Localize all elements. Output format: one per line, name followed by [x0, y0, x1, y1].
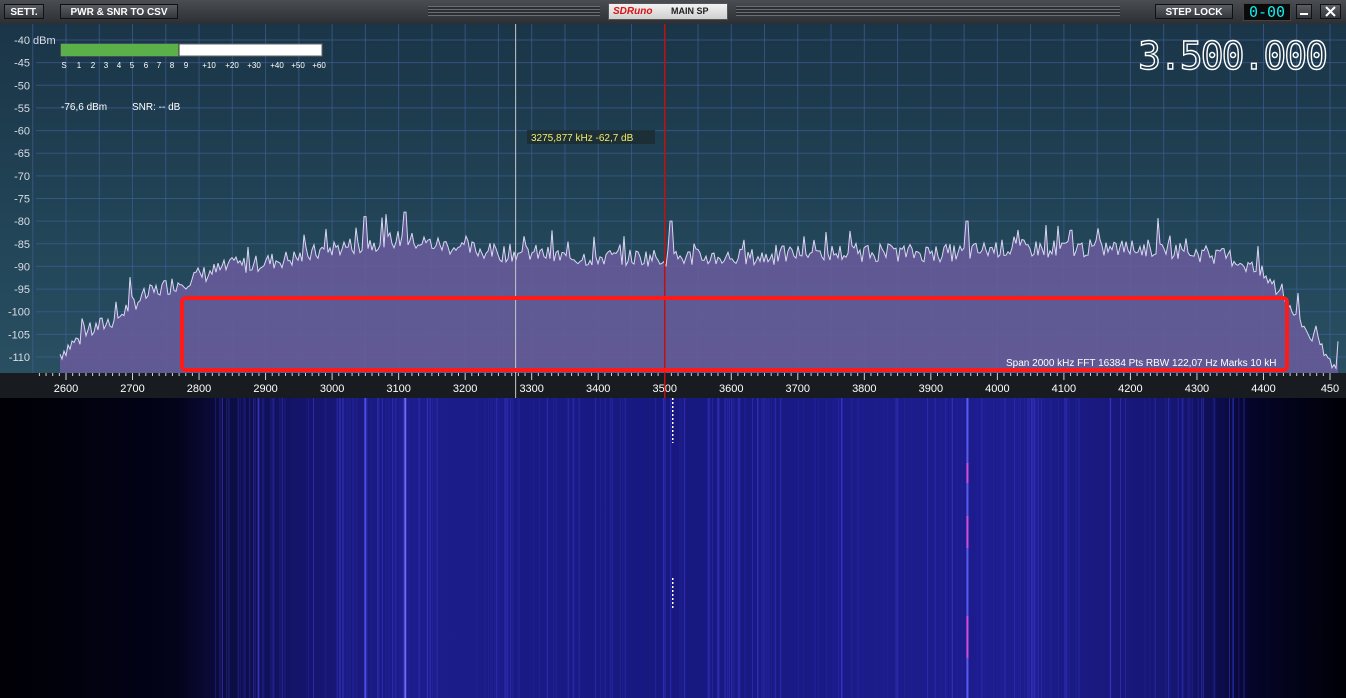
x-tick-label: 3000: [320, 383, 344, 395]
s-meter-scale-label: 3: [104, 61, 109, 70]
s-meter-scale-label: +10: [202, 61, 216, 70]
y-tick-label: -40: [14, 35, 30, 47]
status-line: Span 2000 kHz FFT 16384 Pts RBW 122,07 H…: [1006, 358, 1277, 369]
close-button[interactable]: [1320, 4, 1341, 19]
y-tick-label: -90: [14, 261, 30, 273]
y-tick-label: -85: [14, 239, 30, 251]
s-meter-scale-label: 1: [77, 61, 82, 70]
y-tick-label: -110: [9, 352, 30, 364]
x-tick-label: 2800: [187, 383, 211, 395]
s-meter-scale-label: +30: [247, 61, 261, 70]
pwr-snr-csv-button[interactable]: PWR & SNR TO CSV: [60, 4, 178, 19]
step-counter-display: 0-00: [1243, 3, 1291, 21]
x-tick-label: 4300: [1185, 383, 1209, 395]
level-readout: -76,6 dBm: [61, 102, 107, 113]
x-tick-label: 3900: [919, 383, 943, 395]
s-meter-scale-label: 2: [91, 61, 96, 70]
y-tick-label: -75: [14, 194, 30, 206]
s-meter-scale-label: 9: [184, 61, 189, 70]
panel-name: MAIN SP: [671, 6, 709, 16]
x-tick-label: 450: [1321, 383, 1339, 395]
s-meter-scale-label: +20: [225, 61, 239, 70]
waterfall-display[interactable]: [0, 398, 1346, 698]
cursor-readout: 3275,877 kHz -62,7 dB: [531, 133, 634, 144]
frequency-display[interactable]: 3.500.000: [1137, 33, 1328, 78]
x-tick-label: 2700: [120, 383, 144, 395]
spectrum-display[interactable]: -40 -45 -50 -55 -60 -65 -70 -75 -80 -85 -90 -95 -100…: [0, 24, 1346, 398]
x-tick-label: 2600: [54, 383, 78, 395]
x-tick-label: 2900: [253, 383, 277, 395]
y-tick-label: -105: [8, 329, 30, 341]
panel-title: SDRuno MAIN SP: [608, 3, 728, 20]
s-meter-scale-label: 6: [144, 61, 149, 70]
step-lock-button[interactable]: STEP LOCK: [1155, 4, 1233, 19]
x-tick-label: 3300: [519, 383, 543, 395]
s-meter-scale-label: 7: [157, 61, 162, 70]
y-tick-label: -45: [14, 58, 30, 70]
x-tick-label: 4400: [1251, 383, 1275, 395]
s-meter-scale-label: +40: [270, 61, 284, 70]
x-tick-label: 3700: [786, 383, 810, 395]
dbm-unit: dBm: [33, 35, 56, 47]
y-tick-label: -100: [8, 307, 30, 319]
x-tick-label: 3400: [586, 383, 610, 395]
s-meter-bar: [61, 44, 179, 56]
settings-button[interactable]: SETT.: [4, 4, 44, 19]
x-tick-label: 3600: [719, 383, 743, 395]
y-tick-label: -65: [14, 148, 30, 160]
close-icon: [1325, 6, 1336, 17]
x-tick-label: 3800: [852, 383, 876, 395]
y-tick-label: -80: [14, 216, 30, 228]
y-tick-label: -55: [14, 103, 30, 115]
y-tick-label: -95: [14, 284, 30, 296]
s-meter-scale-label: +50: [291, 61, 305, 70]
minimize-button[interactable]: [1296, 4, 1312, 19]
x-tick-label: 4100: [1052, 383, 1076, 395]
s-meter-scale-label: 5: [130, 61, 135, 70]
drag-grip-left[interactable]: [428, 6, 600, 16]
sdruno-logo: SDRuno: [613, 6, 653, 17]
title-bar: SETT. PWR & SNR TO CSV SDRuno MAIN SP ST…: [0, 0, 1346, 25]
s-meter-scale-label: S: [61, 61, 66, 70]
s-meter-scale-label: +60: [312, 61, 326, 70]
x-tick-label: 3100: [386, 383, 410, 395]
snr-readout: SNR: -- dB: [132, 102, 181, 113]
s-meter-scale-label: 4: [117, 61, 122, 70]
x-tick-label: 3200: [453, 383, 477, 395]
y-tick-label: -60: [14, 126, 30, 138]
x-tick-label: 4000: [985, 383, 1009, 395]
drag-grip-right[interactable]: [736, 6, 1120, 16]
x-tick-label: 4200: [1118, 383, 1142, 395]
y-tick-label: -70: [14, 171, 30, 183]
y-tick-label: -50: [14, 80, 30, 92]
s-meter-scale-label: 8: [170, 61, 175, 70]
minimize-icon: [1300, 13, 1308, 15]
